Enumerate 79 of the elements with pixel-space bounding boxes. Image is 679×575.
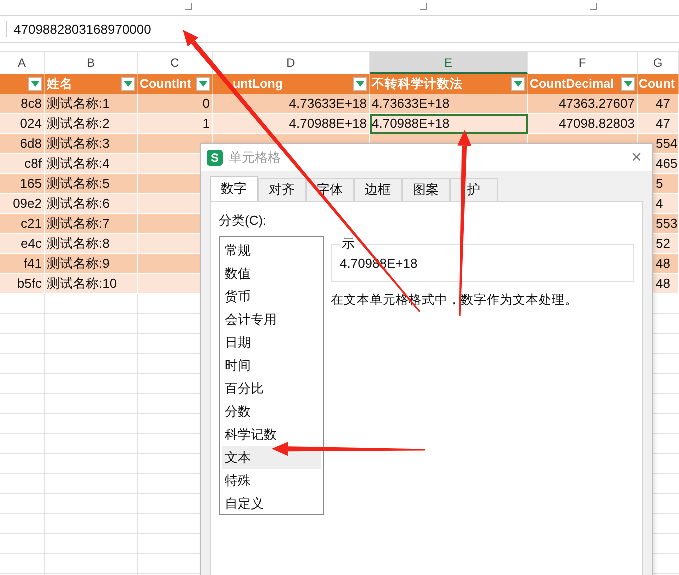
- category-item[interactable]: 常规: [222, 239, 321, 262]
- table-cell: 4.73633E+18: [289, 96, 367, 111]
- table-cell: 553: [656, 216, 678, 231]
- close-button[interactable]: ×: [627, 147, 646, 168]
- category-item[interactable]: 会计专用: [222, 308, 321, 331]
- table-cell: e4c: [21, 236, 42, 251]
- category-item[interactable]: 时间: [222, 354, 321, 377]
- table-cell: 4.70988E+18: [372, 116, 450, 131]
- tab[interactable]: 图案: [402, 178, 450, 201]
- table-header: untLong: [232, 77, 283, 91]
- table-cell: b5fc: [17, 276, 42, 291]
- table-cell: 0: [202, 96, 210, 111]
- table-cell: 5: [656, 176, 664, 191]
- category-item[interactable]: 分数: [222, 400, 321, 423]
- table-cell: 测试名称:6: [47, 194, 110, 212]
- table-cell: c8f: [24, 156, 42, 171]
- table-cell: 测试名称:8: [47, 234, 110, 252]
- table-cell: 47363.27607: [559, 96, 635, 111]
- table-cell: f41: [24, 256, 42, 271]
- group-legend: 示: [340, 236, 357, 252]
- dropdown-icon: [356, 81, 364, 87]
- table-header: 不转科学计数法: [370, 76, 463, 92]
- tab[interactable]: 对齐: [258, 178, 306, 201]
- dropdown-icon: [514, 81, 522, 87]
- column-header[interactable]: E: [370, 52, 528, 74]
- category-item[interactable]: 货币: [222, 285, 321, 308]
- dropdown-icon: [124, 81, 132, 87]
- table-cell: 4.73633E+18: [372, 96, 450, 111]
- table-cell: c21: [21, 216, 42, 231]
- filter-button[interactable]: [28, 77, 42, 91]
- category-item[interactable]: 数值: [222, 262, 321, 285]
- table-cell: 48: [656, 256, 670, 271]
- dropdown-icon: [624, 81, 632, 87]
- table-cell: 8c8: [21, 96, 42, 111]
- filter-button[interactable]: [353, 77, 367, 91]
- category-item[interactable]: 日期: [222, 331, 321, 354]
- table-cell: 52: [656, 236, 670, 251]
- filter-button[interactable]: [196, 77, 210, 91]
- table-cell: 测试名称:10: [47, 274, 118, 292]
- table-cell: 6d8: [20, 136, 42, 151]
- tab[interactable]: 护: [450, 178, 498, 201]
- app-icon: S: [207, 150, 223, 166]
- category-item[interactable]: 特殊: [222, 469, 321, 492]
- filter-button[interactable]: [621, 77, 635, 91]
- table-cell: 4: [656, 196, 664, 211]
- table-cell: 024: [20, 116, 42, 131]
- table-cell: 测试名称:4: [47, 154, 110, 172]
- table-cell: 测试名称:5: [47, 174, 110, 192]
- table-header: CountInt: [139, 77, 192, 91]
- category-item[interactable]: 自定义: [222, 492, 321, 515]
- table-cell: 465: [656, 156, 678, 171]
- tab[interactable]: 数字: [210, 176, 258, 201]
- table-cell: 1: [202, 116, 210, 131]
- table-cell: 47: [656, 96, 670, 111]
- table-cell: 测试名称:9: [47, 254, 110, 272]
- table-cell: 测试名称:7: [47, 214, 110, 232]
- table-cell: 165: [20, 176, 42, 191]
- category-item[interactable]: 科学记数: [222, 423, 321, 446]
- dialog-title: 单元格格: [229, 148, 281, 166]
- formula-value[interactable]: 4709882803168970000: [14, 22, 152, 36]
- filter-button[interactable]: [511, 77, 525, 91]
- filter-button[interactable]: [121, 77, 135, 91]
- table-cell: 47: [656, 116, 670, 131]
- table-cell: 09e2: [13, 196, 42, 211]
- table-cell: 47098.82803: [559, 116, 635, 131]
- table-cell: 48: [656, 276, 670, 291]
- dropdown-icon: [30, 81, 40, 87]
- table-cell: 4.70988E+18: [289, 116, 367, 131]
- table-header: 姓名: [46, 76, 73, 92]
- table-cell: 测试名称:1: [47, 94, 110, 112]
- table-cell: 测试名称:3: [47, 134, 110, 152]
- table-header: CountDecimal: [529, 77, 614, 91]
- category-label: 分类(C):: [219, 212, 268, 230]
- dropdown-icon: [198, 81, 208, 87]
- table-cell: 测试名称:2: [47, 114, 110, 132]
- tab[interactable]: 边框: [354, 178, 402, 201]
- table-cell: 554: [656, 136, 678, 151]
- category-item[interactable]: 百分比: [222, 377, 321, 400]
- table-header: Count: [638, 77, 676, 91]
